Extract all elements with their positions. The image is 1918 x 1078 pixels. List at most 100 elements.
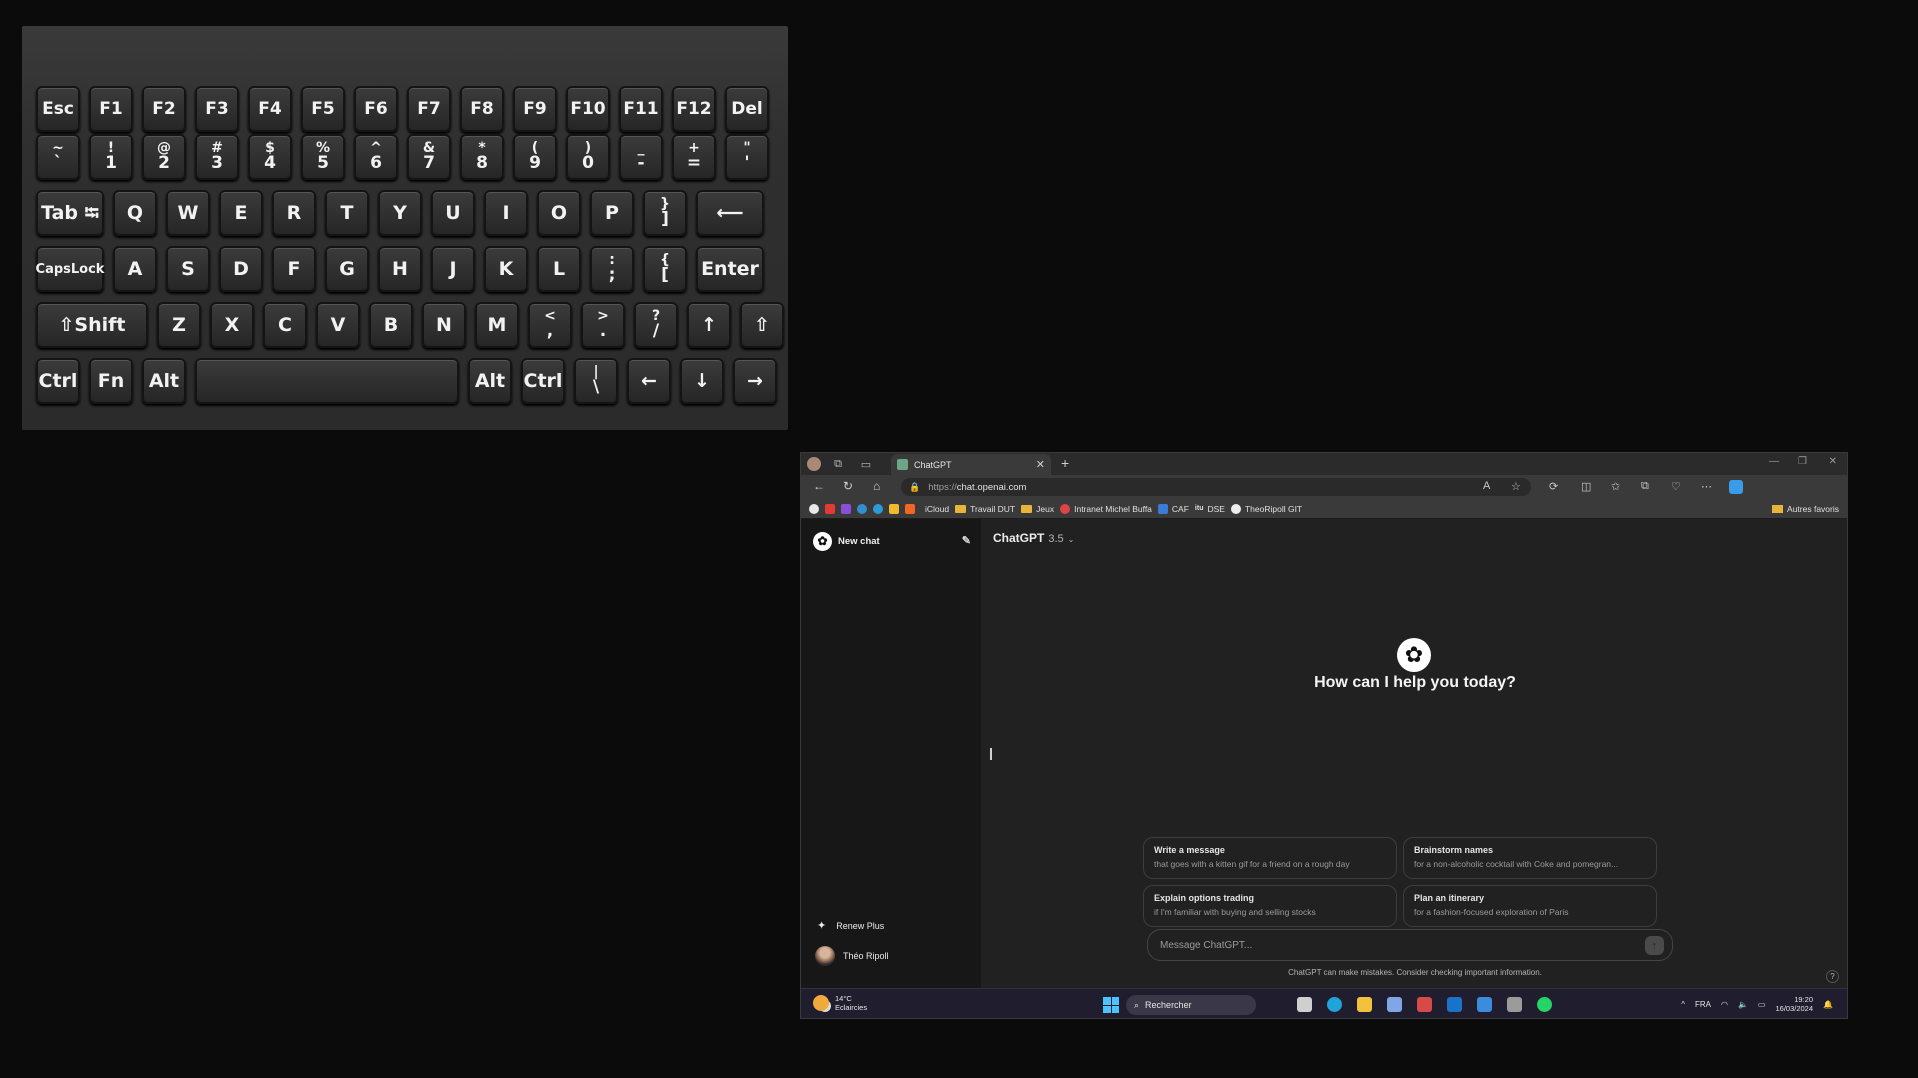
split-screen-icon[interactable]: ◫ bbox=[1581, 480, 1591, 493]
favorite-star-icon[interactable]: ☆ bbox=[1511, 480, 1521, 493]
key-Alt[interactable]: Alt bbox=[468, 358, 512, 404]
key-J[interactable]: J bbox=[431, 246, 475, 292]
address-bar[interactable]: 🔒 https://chat.openai.com bbox=[901, 478, 1531, 496]
edit-icon[interactable]: ✎ bbox=[962, 534, 971, 547]
key-3[interactable]: #3 bbox=[195, 134, 239, 180]
bookmark-item[interactable]: Jeux bbox=[1021, 504, 1054, 514]
key-Shift[interactable]: ⇧Shift bbox=[36, 302, 148, 348]
key-P[interactable]: P bbox=[590, 190, 634, 236]
key-Q[interactable]: Q bbox=[113, 190, 157, 236]
help-button[interactable]: ? bbox=[1826, 970, 1839, 983]
key-O[interactable]: O bbox=[537, 190, 581, 236]
key-H[interactable]: H bbox=[378, 246, 422, 292]
key-F5[interactable]: F5 bbox=[301, 86, 345, 132]
key-F7[interactable]: F7 bbox=[407, 86, 451, 132]
volume-icon[interactable]: 🔈 bbox=[1738, 1000, 1748, 1009]
key-B[interactable]: B bbox=[369, 302, 413, 348]
chevron-up-icon[interactable]: ^ bbox=[1681, 1000, 1685, 1009]
bookmark-item[interactable]: Travail DUT bbox=[955, 504, 1015, 514]
play-icon[interactable] bbox=[905, 503, 915, 514]
suggestion-card[interactable]: Plan an itinerary for a fashion-focused … bbox=[1403, 885, 1657, 927]
close-tab-icon[interactable]: ✕ bbox=[1036, 458, 1045, 471]
key-F[interactable]: F bbox=[272, 246, 316, 292]
key-T[interactable]: T bbox=[325, 190, 369, 236]
send-button[interactable]: ↑ bbox=[1645, 936, 1664, 955]
renew-plus-button[interactable]: ✦ Renew Plus bbox=[817, 919, 884, 932]
key-C[interactable]: C bbox=[263, 302, 307, 348]
key-Esc[interactable]: Esc bbox=[36, 86, 80, 132]
key-symbol[interactable]: ~ ` bbox=[36, 134, 80, 180]
tab-chatgpt[interactable]: ChatGPT ✕ bbox=[891, 454, 1051, 475]
outlook-icon[interactable] bbox=[1447, 997, 1462, 1012]
key-5[interactable]: % 5 bbox=[301, 134, 345, 180]
key-N[interactable]: N bbox=[422, 302, 466, 348]
browser-essentials-icon[interactable]: ♡ bbox=[1671, 480, 1681, 493]
key-symbol[interactable]: {[ bbox=[643, 246, 687, 292]
key-symbol[interactable]: ↑ bbox=[687, 302, 731, 348]
whatsapp-icon[interactable] bbox=[1537, 997, 1552, 1012]
key-Ctrl[interactable]: Ctrl bbox=[521, 358, 565, 404]
key-D[interactable]: D bbox=[219, 246, 263, 292]
edge-icon[interactable] bbox=[1327, 997, 1342, 1012]
key-2[interactable]: @2 bbox=[142, 134, 186, 180]
key-symbol[interactable]: <, bbox=[528, 302, 572, 348]
key-K[interactable]: K bbox=[484, 246, 528, 292]
twitch-icon[interactable] bbox=[841, 503, 851, 514]
key-symbol[interactable]: }] bbox=[643, 190, 687, 236]
key-U[interactable]: U bbox=[431, 190, 475, 236]
key-symbol[interactable]: ⇧ bbox=[740, 302, 784, 348]
minimize-icon[interactable]: — bbox=[1769, 456, 1779, 467]
key-symbol[interactable]: → bbox=[733, 358, 777, 404]
key-F11[interactable]: F11 bbox=[619, 86, 663, 132]
workspaces-icon[interactable]: ⧉ bbox=[831, 457, 845, 471]
new-tab-icon[interactable]: + bbox=[1061, 455, 1069, 471]
language-indicator[interactable]: FRA bbox=[1695, 1000, 1711, 1009]
key-G[interactable]: G bbox=[325, 246, 369, 292]
key-M[interactable]: M bbox=[475, 302, 519, 348]
key-symbol[interactable]: " ' bbox=[725, 134, 769, 180]
key-A[interactable]: A bbox=[113, 246, 157, 292]
weather-widget[interactable]: 14°C Eclaircies bbox=[813, 994, 867, 1013]
key-W[interactable]: W bbox=[166, 190, 210, 236]
key-0[interactable]: ) 0 bbox=[566, 134, 610, 180]
key-Z[interactable]: Z bbox=[157, 302, 201, 348]
suggestion-card[interactable]: Explain options trading if I'm familiar … bbox=[1143, 885, 1397, 927]
key-X[interactable]: X bbox=[210, 302, 254, 348]
key-Ctrl[interactable]: Ctrl bbox=[36, 358, 80, 404]
battery-icon[interactable]: ▭ bbox=[1758, 1000, 1766, 1009]
mail-icon[interactable] bbox=[1387, 997, 1402, 1012]
key-symbol[interactable]: :; bbox=[590, 246, 634, 292]
key-S[interactable]: S bbox=[166, 246, 210, 292]
google-icon[interactable] bbox=[809, 503, 819, 514]
clock[interactable]: 19:20 16/03/2024 bbox=[1775, 995, 1813, 1014]
key-R[interactable]: R bbox=[272, 190, 316, 236]
key-Enter[interactable]: Enter bbox=[696, 246, 764, 292]
key-symbol[interactable]: + = bbox=[672, 134, 716, 180]
key-V[interactable]: V bbox=[316, 302, 360, 348]
close-window-icon[interactable]: ✕ bbox=[1829, 456, 1837, 467]
new-chat-button[interactable]: ✿ New chat ✎ bbox=[813, 531, 971, 551]
key-7[interactable]: & 7 bbox=[407, 134, 451, 180]
home-icon[interactable]: ⌂ bbox=[873, 479, 880, 493]
key-F12[interactable]: F12 bbox=[672, 86, 716, 132]
key-F10[interactable]: F10 bbox=[566, 86, 610, 132]
key-symbol[interactable]: >. bbox=[581, 302, 625, 348]
other-favorites[interactable]: Autres favoris bbox=[1772, 504, 1839, 514]
key-I[interactable]: I bbox=[484, 190, 528, 236]
tab-actions-icon[interactable]: ▭ bbox=[859, 457, 873, 471]
app-icon[interactable] bbox=[1417, 997, 1432, 1012]
key-4[interactable]: $4 bbox=[248, 134, 292, 180]
bookmark-item[interactable]: itu DSE bbox=[1195, 504, 1225, 514]
key-1[interactable]: ! 1 bbox=[89, 134, 133, 180]
youtube-icon[interactable] bbox=[825, 503, 835, 514]
notification-bell-icon[interactable]: 🔔 bbox=[1823, 1000, 1833, 1009]
key-Fn[interactable]: Fn bbox=[89, 358, 133, 404]
key-F3[interactable]: F3 bbox=[195, 86, 239, 132]
key-F2[interactable]: F2 bbox=[142, 86, 186, 132]
user-menu[interactable]: Théo Ripoll bbox=[815, 946, 889, 966]
app-icon[interactable] bbox=[1507, 997, 1522, 1012]
more-icon[interactable]: ⋯ bbox=[1701, 480, 1712, 493]
key-6[interactable]: ^ 6 bbox=[354, 134, 398, 180]
start-button[interactable] bbox=[1103, 997, 1119, 1013]
bookmark-item[interactable]: TheoRipoll GIT bbox=[1230, 503, 1302, 514]
